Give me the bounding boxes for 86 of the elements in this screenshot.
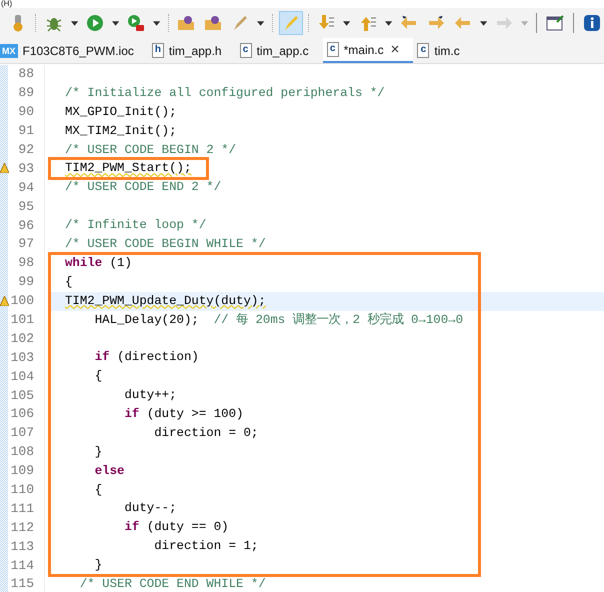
file-icon: h xyxy=(152,43,164,58)
play-toolbox-icon xyxy=(127,14,146,32)
menu-label[interactable]: (H) xyxy=(1,0,12,8)
line-number: 96 xyxy=(18,218,34,233)
window-icon xyxy=(546,14,564,32)
line-number: 92 xyxy=(18,143,34,157)
code-text: direction = 1; xyxy=(154,539,258,554)
line-number: 104 xyxy=(10,370,34,384)
code-comment: /* Infinite loop */ xyxy=(65,218,206,232)
code-text: (duty >= 100) xyxy=(146,407,244,422)
line-number: 93 xyxy=(18,162,34,176)
code-text: HAL_Delay(20); xyxy=(94,312,200,327)
line-number: 105 xyxy=(10,388,34,403)
folder-icon xyxy=(204,14,222,32)
line-number: 91 xyxy=(18,124,34,138)
line-number: 109 xyxy=(10,464,34,478)
code-text: (duty == 0) xyxy=(146,520,229,534)
code-keyword: else xyxy=(94,464,124,478)
editor-tab[interactable]: c *main.c × xyxy=(322,38,414,63)
line-number: 98 xyxy=(18,256,34,270)
line-number: 99 xyxy=(18,275,34,290)
file-icon: c xyxy=(417,43,430,58)
line-number: 90 xyxy=(18,105,34,120)
code-keyword: while xyxy=(65,256,102,270)
code-text: TIM2_PWM_Update_Duty(duty); xyxy=(65,294,266,308)
code-comment: /* USER CODE END 2 */ xyxy=(65,180,222,194)
line-number: 106 xyxy=(10,407,34,422)
code-text: (direction) xyxy=(117,350,199,364)
line-number: 88 xyxy=(18,67,34,82)
forward-arrow-icon xyxy=(495,14,514,32)
code-text: (1) xyxy=(110,256,132,270)
code-comment: // 每 20ms 调整一次，2 秒完成 0→100→0 xyxy=(214,312,464,327)
code-text: MX_GPIO_Init(); xyxy=(65,104,177,119)
mx-file-icon: MX xyxy=(0,44,18,58)
line-number: 100 xyxy=(10,294,34,308)
editor-tab[interactable]: c tim_app.c xyxy=(236,38,323,63)
line-number: 97 xyxy=(18,237,34,252)
pencil-icon xyxy=(231,14,250,32)
dropdown-arrow-icon[interactable] xyxy=(343,20,351,26)
code-text: direction = 0; xyxy=(154,426,258,440)
code-keyword: if xyxy=(94,350,110,364)
code-text: { xyxy=(94,482,102,497)
dropdown-arrow-icon[interactable] xyxy=(112,20,120,26)
line-number: 94 xyxy=(18,180,34,195)
code-text: { xyxy=(94,369,102,384)
dropdown-arrow-icon[interactable] xyxy=(384,20,392,26)
line-number: 89 xyxy=(18,86,34,100)
editor-tab[interactable]: MX F103C8T6_PWM.ioc xyxy=(0,38,148,63)
close-icon[interactable]: × xyxy=(390,41,400,58)
code-text: duty--; xyxy=(124,501,177,516)
dropdown-arrow-icon[interactable] xyxy=(257,20,265,26)
code-text: { xyxy=(65,274,72,289)
folder-icon xyxy=(177,14,196,32)
code-text: TIM2_PWM_Start(); xyxy=(65,161,192,176)
line-number: 115 xyxy=(10,577,34,592)
code-text: duty++; xyxy=(124,388,177,402)
dropdown-arrow-icon[interactable] xyxy=(70,20,78,26)
editor-tab[interactable]: h tim_app.h xyxy=(148,38,236,63)
play-icon xyxy=(86,14,104,32)
line-number: 110 xyxy=(10,483,34,498)
line-number: 103 xyxy=(10,350,34,365)
file-icon: c xyxy=(240,43,252,58)
code-comment: /* USER CODE END WHILE */ xyxy=(80,577,266,592)
line-number: 101 xyxy=(10,313,34,328)
code-text: MX_TIM2_Init(); xyxy=(65,124,177,138)
line-number: 113 xyxy=(10,540,34,554)
dropdown-arrow-icon[interactable] xyxy=(480,20,488,26)
code-comment: /* Initialize all configured peripherals */ xyxy=(65,86,385,100)
line-number: 112 xyxy=(10,520,34,535)
code-keyword: if xyxy=(124,520,140,534)
code-text: } xyxy=(94,444,102,459)
line-number: 95 xyxy=(18,200,34,214)
line-number: 107 xyxy=(10,426,34,440)
info-icon xyxy=(583,14,602,32)
line-number: 108 xyxy=(10,445,34,460)
code-text: } xyxy=(94,558,102,572)
line-number: 114 xyxy=(10,558,34,573)
file-icon: c xyxy=(326,42,339,57)
forward-arrow-icon xyxy=(426,14,445,32)
code-comment: /* USER CODE BEGIN 2 */ xyxy=(65,142,236,157)
line-number: 102 xyxy=(10,332,34,346)
dropdown-arrow-icon[interactable] xyxy=(153,20,161,26)
code-comment: /* USER CODE BEGIN WHILE */ xyxy=(65,237,266,252)
line-number: 111 xyxy=(10,502,34,516)
code-keyword: if xyxy=(124,407,140,422)
editor-tab[interactable]: c tim.c xyxy=(413,38,474,63)
